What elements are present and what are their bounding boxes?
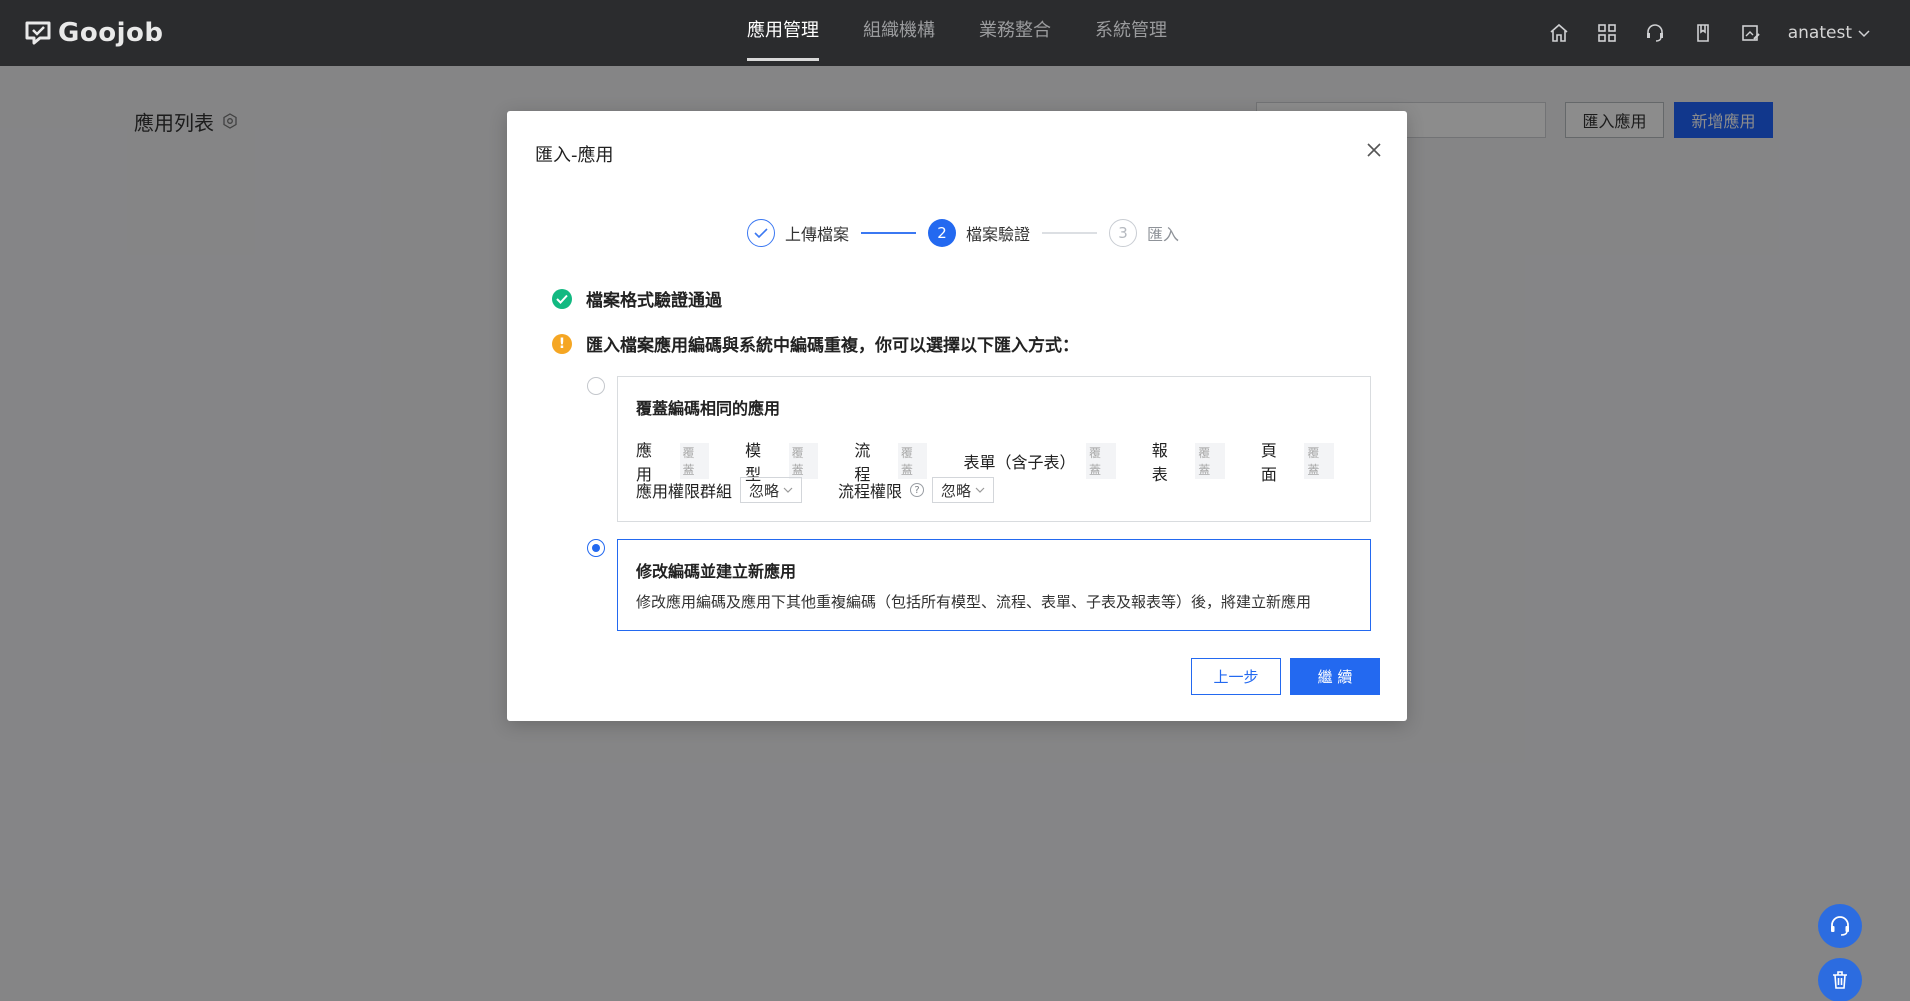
image-edit-icon[interactable] [1740, 22, 1762, 44]
close-icon [1367, 143, 1381, 157]
close-button[interactable] [1363, 139, 1385, 161]
logo-mark-icon [25, 21, 51, 45]
option-create-new[interactable]: 修改編碼並建立新應用 修改應用編碼及應用下其他重複編碼（包括所有模型、流程、表單… [617, 539, 1371, 631]
step-number: 2 [928, 219, 957, 247]
success-text: 檔案格式驗證通過 [586, 291, 722, 311]
chevron-down-icon [783, 487, 793, 493]
perm-group-label: 應用權限群組 [636, 482, 733, 501]
home-icon[interactable] [1548, 22, 1570, 44]
item-tag: 覆蓋 [1195, 443, 1225, 479]
import-dialog: 匯入-應用 上傳檔案 2 檔案驗證 3 匯入 檔案格式驗證通過 ! 匯入檔案應用… [507, 111, 1407, 721]
step-validate: 2 檔案驗證 [928, 219, 1030, 247]
item-tag: 覆蓋 [679, 443, 710, 479]
warning-text: 匯入檔案應用編碼與系統中編碼重複，你可以選擇以下匯入方式： [586, 336, 1079, 356]
option-description: 修改應用編碼及應用下其他重複編碼（包括所有模型、流程、表單、子表及報表等）後，將… [636, 593, 1312, 611]
step-upload: 上傳檔案 [747, 219, 849, 247]
step-number: 3 [1109, 219, 1138, 247]
flow-permission: 流程權限 ? 忽略 [838, 477, 995, 503]
check-icon [747, 219, 775, 247]
username: anatest [1787, 23, 1852, 43]
trash-button[interactable] [1818, 958, 1862, 1001]
overwrite-item: 頁面 覆蓋 [1261, 437, 1334, 485]
nav-item-app-management[interactable]: 應用管理 [725, 0, 841, 66]
perm-group-select[interactable]: 忽略 [740, 477, 803, 503]
overwrite-item: 報表 覆蓋 [1152, 437, 1225, 485]
option-overwrite[interactable]: 覆蓋編碼相同的應用 應用 覆蓋 模型 覆蓋 流程 覆蓋 表單（含子表） 覆蓋 報表 覆蓋 … [617, 376, 1371, 522]
logo-text: Goojob [58, 18, 164, 48]
step-connector [1042, 232, 1098, 234]
step-label: 檔案驗證 [966, 225, 1031, 244]
permission-row: 應用權限群組 忽略 流程權限 ? 忽略 [636, 477, 1030, 503]
apps-grid-icon[interactable] [1596, 22, 1618, 44]
item-label: 表單（含子表） [963, 453, 1076, 472]
radio-create-new[interactable] [587, 539, 605, 557]
duplicate-warning-message: ! 匯入檔案應用編碼與系統中編碼重複，你可以選擇以下匯入方式： [552, 331, 1079, 356]
item-tag: 覆蓋 [897, 443, 928, 479]
item-tag: 覆蓋 [1304, 443, 1334, 479]
item-tag: 覆蓋 [1085, 443, 1116, 479]
book-icon[interactable] [1692, 22, 1714, 44]
step-label: 上傳檔案 [785, 225, 850, 244]
previous-step-button[interactable]: 上一步 [1191, 658, 1281, 695]
headset-icon [1831, 916, 1849, 936]
help-icon[interactable]: ? [910, 483, 925, 497]
headset-icon[interactable] [1644, 22, 1666, 44]
item-label: 頁面 [1260, 441, 1277, 484]
flow-perm-label: 流程權限 [838, 482, 903, 501]
select-value: 忽略 [749, 481, 780, 500]
chevron-down-icon [1858, 23, 1870, 43]
top-icons: anatest [1548, 0, 1870, 66]
nav-item-system-management[interactable]: 系統管理 [1073, 0, 1189, 66]
step-connector [861, 232, 917, 234]
item-label: 報表 [1151, 441, 1168, 484]
chevron-down-icon [975, 487, 985, 493]
import-steps: 上傳檔案 2 檔案驗證 3 匯入 [747, 219, 1179, 247]
validation-success-message: 檔案格式驗證通過 [552, 286, 722, 311]
app-permission-group: 應用權限群組 忽略 [636, 477, 803, 503]
radio-overwrite[interactable] [587, 377, 605, 395]
main-nav: 應用管理 組織機構 業務整合 系統管理 [725, 0, 1189, 66]
warning-icon: ! [552, 333, 572, 354]
logo[interactable]: Goojob [24, 18, 163, 48]
dialog-title: 匯入-應用 [535, 145, 614, 166]
item-tag: 覆蓋 [788, 443, 819, 479]
option-title: 修改編碼並建立新應用 [636, 562, 797, 581]
select-value: 忽略 [941, 481, 972, 500]
user-menu[interactable]: anatest [1788, 23, 1870, 43]
nav-item-business-integration[interactable]: 業務整合 [957, 0, 1073, 66]
step-import: 3 匯入 [1109, 219, 1179, 247]
success-check-icon [552, 288, 572, 309]
trash-icon [1833, 971, 1847, 989]
flow-perm-select[interactable]: 忽略 [932, 477, 995, 503]
nav-item-organization[interactable]: 組織機構 [841, 0, 957, 66]
top-navigation-bar: Goojob 應用管理 組織機構 業務整合 系統管理 anatest [0, 0, 1910, 66]
option-title: 覆蓋編碼相同的應用 [636, 399, 781, 418]
support-button[interactable] [1818, 904, 1862, 948]
continue-button[interactable]: 繼 續 [1290, 658, 1380, 695]
step-label: 匯入 [1147, 225, 1180, 244]
